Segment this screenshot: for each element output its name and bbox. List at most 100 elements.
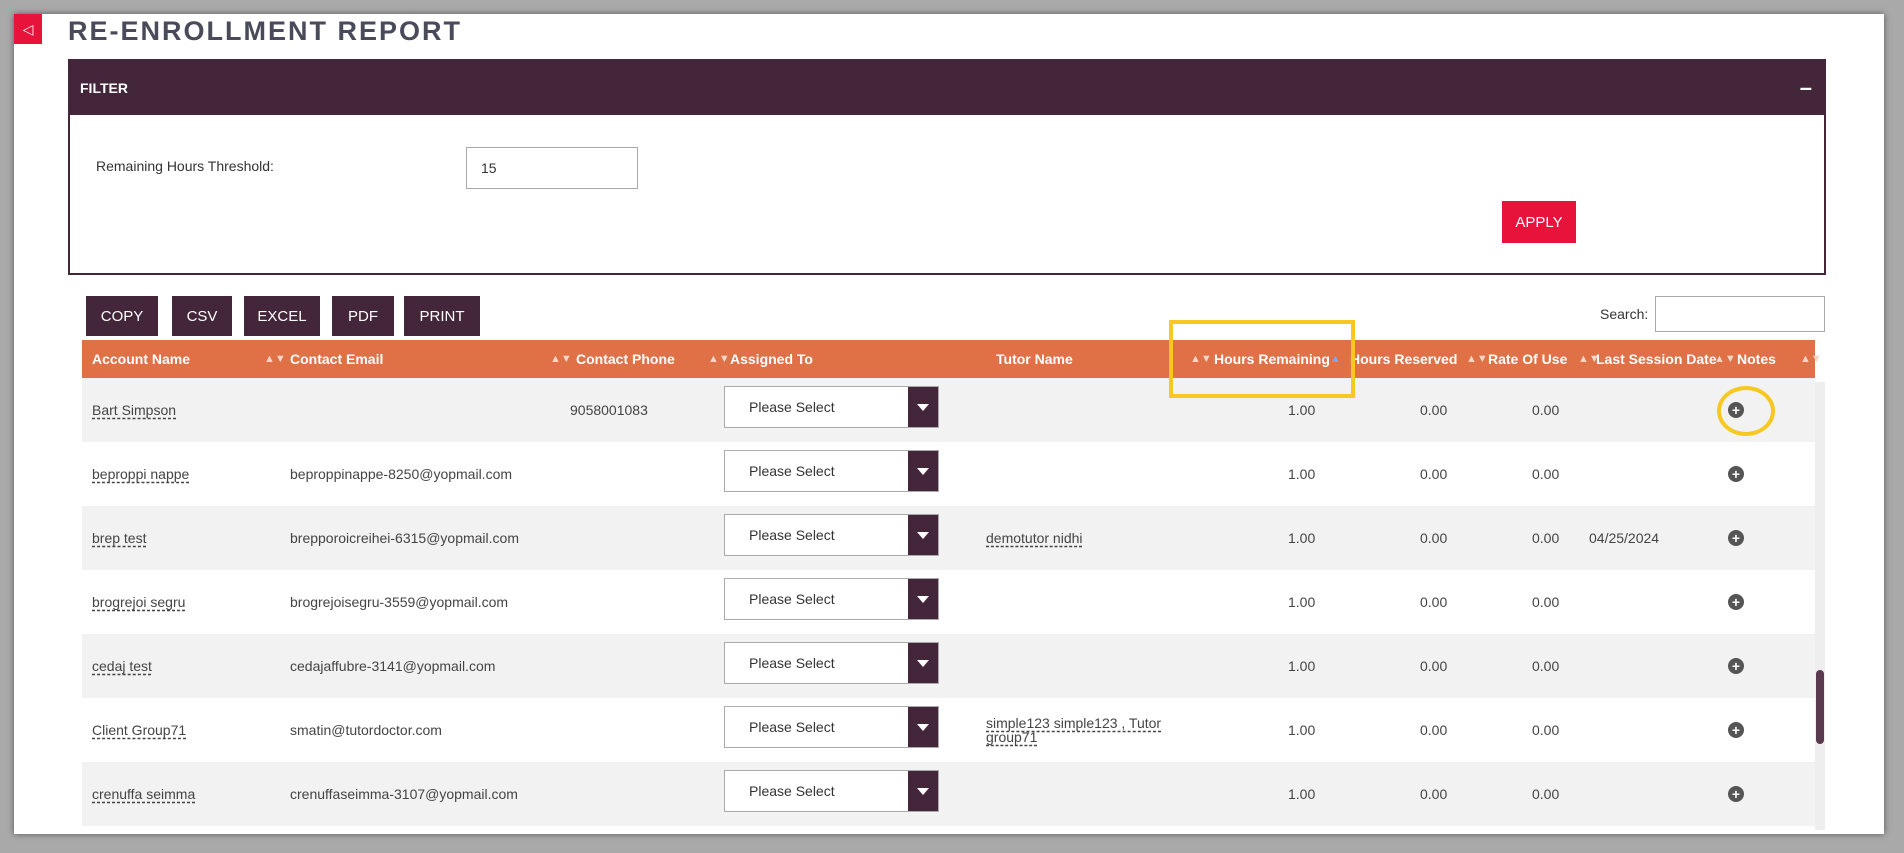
select-value: Please Select — [749, 399, 835, 415]
add-note-icon[interactable]: + — [1728, 658, 1744, 674]
threshold-input[interactable] — [466, 147, 638, 189]
search-input[interactable] — [1655, 296, 1825, 332]
add-note-icon[interactable]: + — [1728, 530, 1744, 546]
contact-phone: 9058001083 — [570, 402, 648, 418]
tutor-name-link[interactable] — [986, 378, 1171, 442]
table-row: brogrejoi segru brogrejoisegru-3559@yopm… — [82, 570, 1815, 634]
highlight-notes-icon — [1717, 386, 1775, 436]
chevron-down-icon[interactable] — [908, 707, 938, 747]
tutor-name-link[interactable] — [986, 570, 1171, 634]
select-value: Please Select — [749, 719, 835, 735]
print-button[interactable]: PRINT — [404, 296, 480, 336]
col-account-name[interactable]: Account Name — [92, 340, 190, 378]
table-row: beproppi nappe beproppinappe-8250@yopmai… — [82, 442, 1815, 506]
excel-button[interactable]: EXCEL — [244, 296, 320, 336]
col-contact-email[interactable]: Contact Email — [290, 340, 383, 378]
table-scrollbar[interactable] — [1815, 382, 1825, 830]
sort-icon[interactable]: ▲▼ — [550, 340, 572, 378]
account-name-link[interactable]: Bart Simpson — [92, 378, 176, 442]
page-title: RE-ENROLLMENT REPORT — [68, 16, 462, 46]
copy-button[interactable]: COPY — [86, 296, 158, 336]
select-value: Please Select — [749, 463, 835, 479]
hours-remaining: 1.00 — [1288, 594, 1316, 610]
rate-of-use: 0.00 — [1532, 530, 1560, 546]
tutor-name-link[interactable]: simple123 simple123 , Tutor group71 — [986, 698, 1171, 762]
hours-remaining: 1.00 — [1288, 722, 1316, 738]
assigned-to-select[interactable]: Please Select — [724, 706, 939, 748]
account-name-link[interactable]: brep test — [92, 506, 146, 570]
tutor-name-link[interactable] — [986, 442, 1171, 506]
assigned-to-select[interactable]: Please Select — [724, 450, 939, 492]
collapse-icon[interactable]: – — [1800, 77, 1812, 99]
col-hours-reserved[interactable]: Hours Reserved — [1350, 340, 1457, 378]
rate-of-use: 0.00 — [1532, 402, 1560, 418]
last-session-date: 04/25/2024 — [1589, 530, 1660, 546]
csv-button[interactable]: CSV — [172, 296, 232, 336]
rate-of-use: 0.00 — [1532, 722, 1560, 738]
account-name-link[interactable]: brogrejoi segru — [92, 570, 185, 634]
table-row: cedaj test cedajaffubre-3141@yopmail.com… — [82, 634, 1815, 698]
add-note-icon[interactable]: + — [1728, 722, 1744, 738]
hours-reserved: 0.00 — [1420, 466, 1448, 482]
sort-icon[interactable]: ▲▼ — [708, 340, 730, 378]
col-rate-of-use[interactable]: Rate Of Use — [1488, 340, 1567, 378]
sidebar-toggle-button[interactable]: ◁ — [14, 14, 42, 44]
tutor-name-link[interactable] — [986, 762, 1171, 826]
add-note-icon[interactable]: + — [1728, 466, 1744, 482]
tutor-name-link[interactable] — [986, 634, 1171, 698]
sort-icon[interactable]: ▲▼ — [1800, 340, 1822, 378]
col-contact-phone[interactable]: Contact Phone — [576, 340, 675, 378]
chevron-down-icon[interactable] — [908, 451, 938, 491]
hours-remaining: 1.00 — [1288, 786, 1316, 802]
chevron-down-icon[interactable] — [908, 515, 938, 555]
highlight-hours-remaining — [1169, 320, 1355, 398]
select-value: Please Select — [749, 655, 835, 671]
sort-icon[interactable]: ▲▼ — [1466, 340, 1488, 378]
hours-reserved: 0.00 — [1420, 722, 1448, 738]
account-name-link[interactable]: Client Group71 — [92, 698, 186, 762]
filter-header[interactable]: FILTER – — [70, 61, 1824, 115]
search-label: Search: — [1600, 306, 1649, 322]
tutor-name-link[interactable]: demotutor nidhi — [986, 506, 1171, 570]
col-notes[interactable]: Notes — [1737, 340, 1776, 378]
select-value: Please Select — [749, 591, 835, 607]
threshold-label: Remaining Hours Threshold: — [96, 158, 274, 174]
contact-email: brepporoicreihei-6315@yopmail.com — [290, 530, 519, 546]
assigned-to-select[interactable]: Please Select — [724, 514, 939, 556]
table-header: Account Name ▲▼ Contact Email ▲▼ Contact… — [82, 340, 1822, 378]
sort-icon[interactable]: ▲▼ — [1714, 340, 1736, 378]
col-last-session-date[interactable]: Last Session Date — [1596, 340, 1717, 378]
account-name-link[interactable]: crenuffa seimma — [92, 762, 195, 826]
add-note-icon[interactable]: + — [1728, 594, 1744, 610]
table-row: Client Group71 smatin@tutordoctor.com Pl… — [82, 698, 1815, 762]
hours-remaining: 1.00 — [1288, 658, 1316, 674]
chevron-down-icon[interactable] — [908, 771, 938, 811]
select-value: Please Select — [749, 527, 835, 543]
hours-reserved: 0.00 — [1420, 530, 1448, 546]
rate-of-use: 0.00 — [1532, 466, 1560, 482]
assigned-to-select[interactable]: Please Select — [724, 770, 939, 812]
add-note-icon[interactable]: + — [1728, 786, 1744, 802]
rate-of-use: 0.00 — [1532, 786, 1560, 802]
assigned-to-select[interactable]: Please Select — [724, 642, 939, 684]
scrollbar-thumb[interactable] — [1816, 670, 1824, 744]
select-value: Please Select — [749, 783, 835, 799]
apply-button[interactable]: APPLY — [1502, 201, 1576, 243]
chevron-down-icon[interactable] — [908, 387, 938, 427]
chevron-down-icon[interactable] — [908, 579, 938, 619]
assigned-to-select[interactable]: Please Select — [724, 386, 939, 428]
filter-panel: FILTER – Remaining Hours Threshold: APPL… — [68, 59, 1826, 275]
hours-remaining: 1.00 — [1288, 530, 1316, 546]
sort-icon[interactable]: ▲▼ — [264, 340, 286, 378]
account-name-link[interactable]: beproppi nappe — [92, 442, 189, 506]
col-tutor-name[interactable]: Tutor Name — [996, 340, 1073, 378]
filter-title: FILTER — [80, 80, 128, 96]
contact-email: brogrejoisegru-3559@yopmail.com — [290, 594, 509, 610]
account-name-link[interactable]: cedaj test — [92, 634, 152, 698]
assigned-to-select[interactable]: Please Select — [724, 578, 939, 620]
rate-of-use: 0.00 — [1532, 658, 1560, 674]
chevron-down-icon[interactable] — [908, 643, 938, 683]
col-assigned-to[interactable]: Assigned To — [730, 340, 813, 378]
rate-of-use: 0.00 — [1532, 594, 1560, 610]
pdf-button[interactable]: PDF — [332, 296, 394, 336]
